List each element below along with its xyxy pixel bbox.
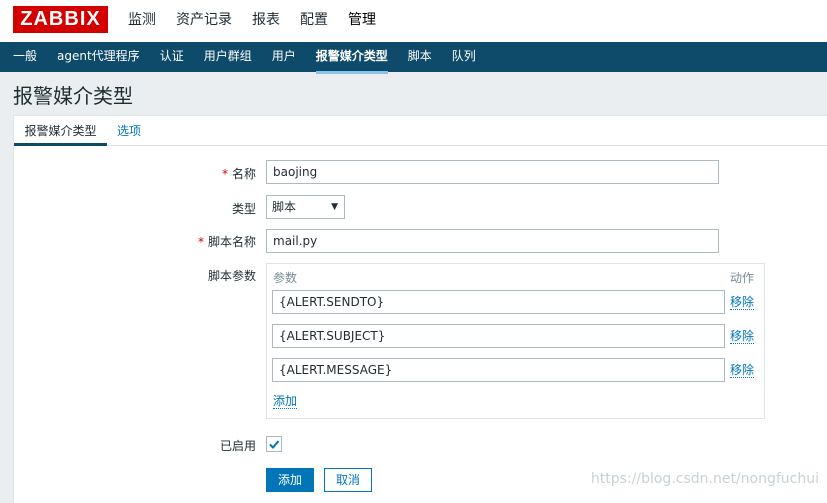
action-column-header: 动作: [730, 271, 755, 285]
top-bar: ZABBIX 监测 资产记录 报表 配置 管理: [0, 0, 827, 42]
param-input-1[interactable]: {ALERT.SENDTO}: [272, 290, 725, 314]
main-menu: 监测 资产记录 报表 配置 管理: [128, 0, 396, 42]
submenu-authentication[interactable]: 认证: [160, 42, 184, 72]
submenu-media-types[interactable]: 报警媒介类型: [315, 42, 388, 74]
required-mark: *: [221, 167, 228, 181]
type-select-value: 脚本: [272, 200, 297, 214]
add-param-link[interactable]: 添加: [273, 394, 298, 409]
sub-menu: 一般 agent代理程序 认证 用户群组 用户 报警媒介类型 脚本 队列: [0, 42, 827, 74]
name-label: * 名称: [221, 167, 256, 181]
dropdown-arrow-icon: ▼: [331, 202, 338, 212]
param-input-2[interactable]: {ALERT.SUBJECT}: [272, 324, 725, 348]
submenu-queue[interactable]: 队列: [452, 42, 476, 72]
checkmark-icon: [269, 440, 280, 449]
watermark: https://blog.csdn.net/nongfuchui: [590, 471, 819, 487]
enabled-checkbox[interactable]: [266, 436, 282, 452]
param-input-3[interactable]: {ALERT.MESSAGE}: [272, 358, 725, 382]
menu-configuration[interactable]: 配置: [300, 0, 328, 42]
submenu-user-groups[interactable]: 用户群组: [204, 42, 252, 72]
menu-inventory[interactable]: 资产记录: [176, 0, 232, 42]
submenu-scripts[interactable]: 脚本: [408, 42, 432, 72]
menu-administration[interactable]: 管理: [348, 0, 376, 42]
enabled-label: 已启用: [219, 439, 256, 453]
type-label: 类型: [231, 202, 256, 216]
tab-bar: 报警媒介类型 选项: [14, 116, 827, 146]
remove-param-2-link[interactable]: 移除: [730, 329, 755, 344]
submenu-general[interactable]: 一般: [13, 42, 37, 72]
menu-reports[interactable]: 报表: [252, 0, 280, 42]
name-input[interactable]: baojing: [266, 160, 719, 184]
remove-param-1-link[interactable]: 移除: [730, 295, 755, 310]
params-column-header: 参数: [273, 271, 298, 285]
menu-monitoring[interactable]: 监测: [128, 0, 156, 42]
tab-media-type[interactable]: 报警媒介类型: [14, 116, 107, 146]
script-name-label: * 脚本名称: [197, 235, 256, 249]
required-mark: *: [197, 235, 204, 249]
type-select[interactable]: 脚本 ▼: [266, 195, 345, 219]
submenu-users[interactable]: 用户: [272, 42, 296, 72]
add-button[interactable]: 添加: [266, 468, 314, 492]
remove-param-3-link[interactable]: 移除: [730, 363, 755, 378]
cancel-button[interactable]: 取消: [324, 468, 372, 492]
script-name-input[interactable]: mail.py: [266, 229, 719, 253]
page-title: 报警媒介类型: [13, 84, 133, 108]
script-params-table: 参数 动作 {ALERT.SENDTO} 移除 {ALERT.SUBJECT} …: [266, 263, 765, 419]
script-params-label: 脚本参数: [207, 269, 256, 283]
zabbix-logo[interactable]: ZABBIX: [13, 6, 108, 33]
tab-options[interactable]: 选项: [117, 116, 141, 146]
submenu-proxies[interactable]: agent代理程序: [57, 42, 140, 72]
